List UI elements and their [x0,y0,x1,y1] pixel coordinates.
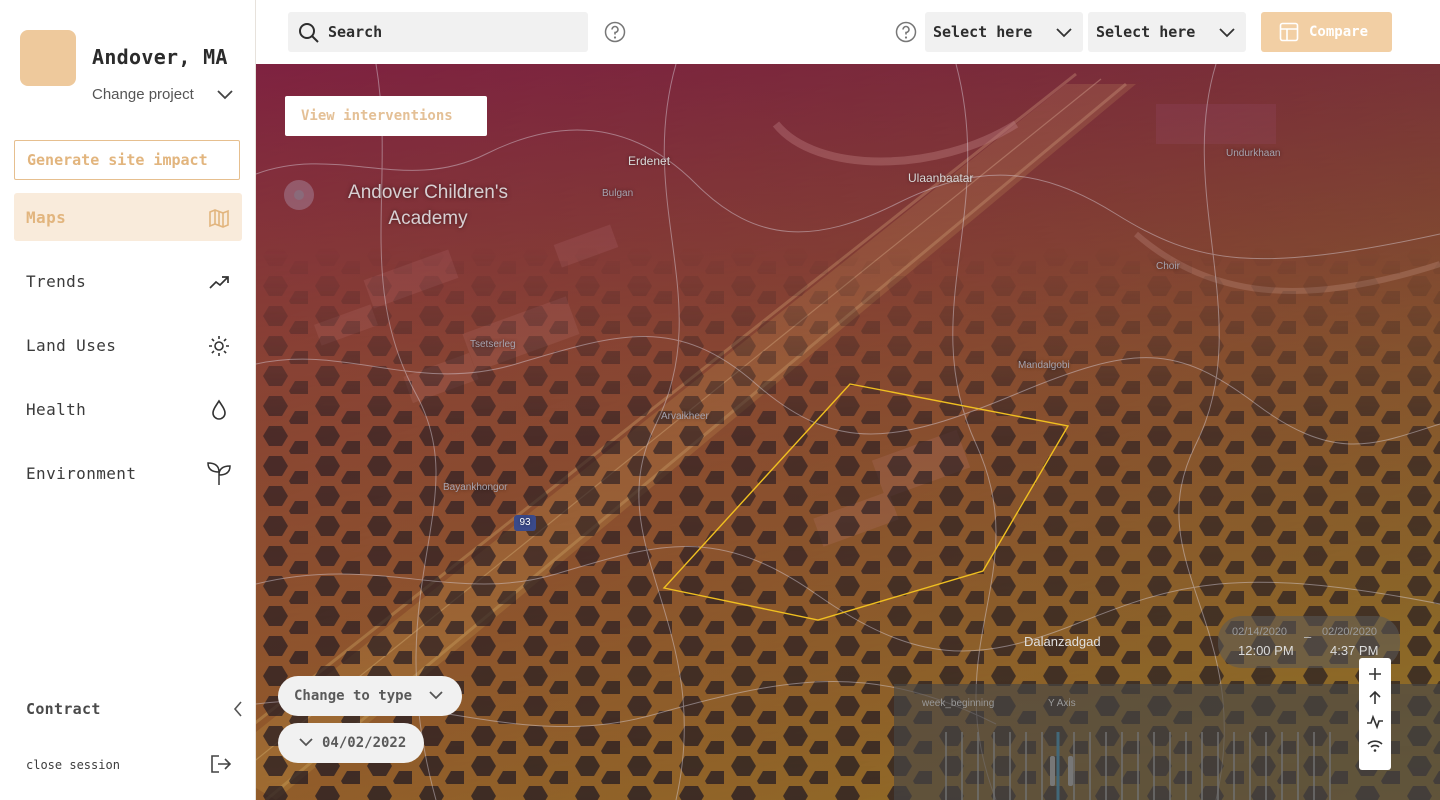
top-bar: Select here Select here Compare [256,0,1440,64]
place-label: Choir [1156,261,1180,272]
chevron-down-icon [1219,28,1235,38]
close-session-button[interactable]: close session [26,754,232,776]
place-label: Bulgan [602,188,634,199]
view-interventions-label: View interventions [301,108,453,124]
view-interventions-button[interactable]: View interventions [285,96,487,136]
place-label: Arvaikheer [661,411,709,422]
chevron-down-icon [429,691,443,700]
chevron-left-icon [233,701,242,717]
y-axis-label: Y Axis [1048,698,1076,709]
location-pin-icon[interactable] [284,180,314,210]
sidebar-item-label: Trends [26,272,87,291]
select-value: Select here [933,23,1033,41]
change-project-label: Change project [92,86,194,103]
place-label: Erdenet [628,154,671,168]
map-tools [1359,658,1391,770]
select-value: Select here [1096,23,1196,41]
droplet-icon [212,399,226,420]
poi-label: Andover Children's Academy [348,182,508,229]
place-label: Tsetserleg [470,339,516,350]
place-label: Mandalgobi [1018,360,1070,371]
change-project-dropdown[interactable]: Change project [92,86,242,104]
wifi-icon[interactable] [1365,736,1385,756]
sun-icon [209,336,229,356]
logout-icon [211,755,232,773]
sidebar-item-land-uses[interactable]: Land Uses [14,321,242,369]
select-dropdown-1[interactable]: Select here [925,12,1083,52]
sidebar-item-label: Environment [26,464,137,483]
change-type-label: Change to type [294,688,413,704]
help-icon[interactable] [895,21,917,43]
chevron-down-icon [217,90,233,100]
sidebar-item-health[interactable]: Health [14,385,242,433]
sidebar-item-label: Maps [26,208,67,227]
zoom-in-icon[interactable] [1365,664,1385,684]
sidebar: Andover, MA Change project Generate site… [0,0,256,800]
range-separator: – [1304,629,1312,644]
close-session-label: close session [26,758,120,772]
place-label: Ulaanbaatar [908,171,974,185]
project-thumbnail [20,30,76,86]
arrow-up-icon[interactable] [1365,688,1385,708]
sidebar-item-label: Health [26,400,87,419]
highway-shield-icon: 93 [514,515,536,531]
sidebar-item-environment[interactable]: Environment [14,449,242,497]
generate-site-impact-button[interactable]: Generate site impact [14,140,240,180]
compare-button[interactable]: Compare [1261,12,1392,52]
help-icon[interactable] [604,21,626,43]
sprout-icon [207,462,231,485]
project-name: Andover, MA [92,45,228,69]
contract-label: Contract [26,700,101,718]
start-date: 02/14/2020 [1232,626,1288,638]
change-type-dropdown[interactable]: Change to type [278,676,462,716]
map-view[interactable]: View interventions Andover Children's Ac… [256,64,1440,800]
sidebar-item-label: Land Uses [26,336,117,355]
search-box[interactable] [288,12,588,52]
start-time: 12:00 PM [1238,643,1294,658]
select-dropdown-2[interactable]: Select here [1088,12,1246,52]
chevron-down-icon [299,738,313,747]
sidebar-item-maps[interactable]: Maps [14,193,242,241]
map-icon [209,209,229,228]
place-label: Undurkhaan [1226,148,1281,159]
search-icon [299,23,319,43]
sidebar-item-trends[interactable]: Trends [14,257,242,305]
date-value: 04/02/2022 [322,735,407,751]
x-axis-label: week_beginning [922,698,995,709]
place-label: Dalanzadgad [1024,634,1101,649]
place-label: Bayankhongor [443,482,508,493]
end-date: 02/20/2020 [1322,626,1378,638]
activity-icon[interactable] [1365,712,1385,732]
search-input[interactable] [328,12,578,52]
contract-collapse-toggle[interactable]: Contract [26,699,248,719]
compare-layout-icon [1279,22,1299,42]
end-time: 4:37 PM [1330,643,1379,658]
compare-label: Compare [1309,24,1369,40]
date-picker[interactable]: 04/02/2022 [278,723,424,763]
chevron-down-icon [1056,28,1072,38]
trend-up-icon [209,276,229,289]
